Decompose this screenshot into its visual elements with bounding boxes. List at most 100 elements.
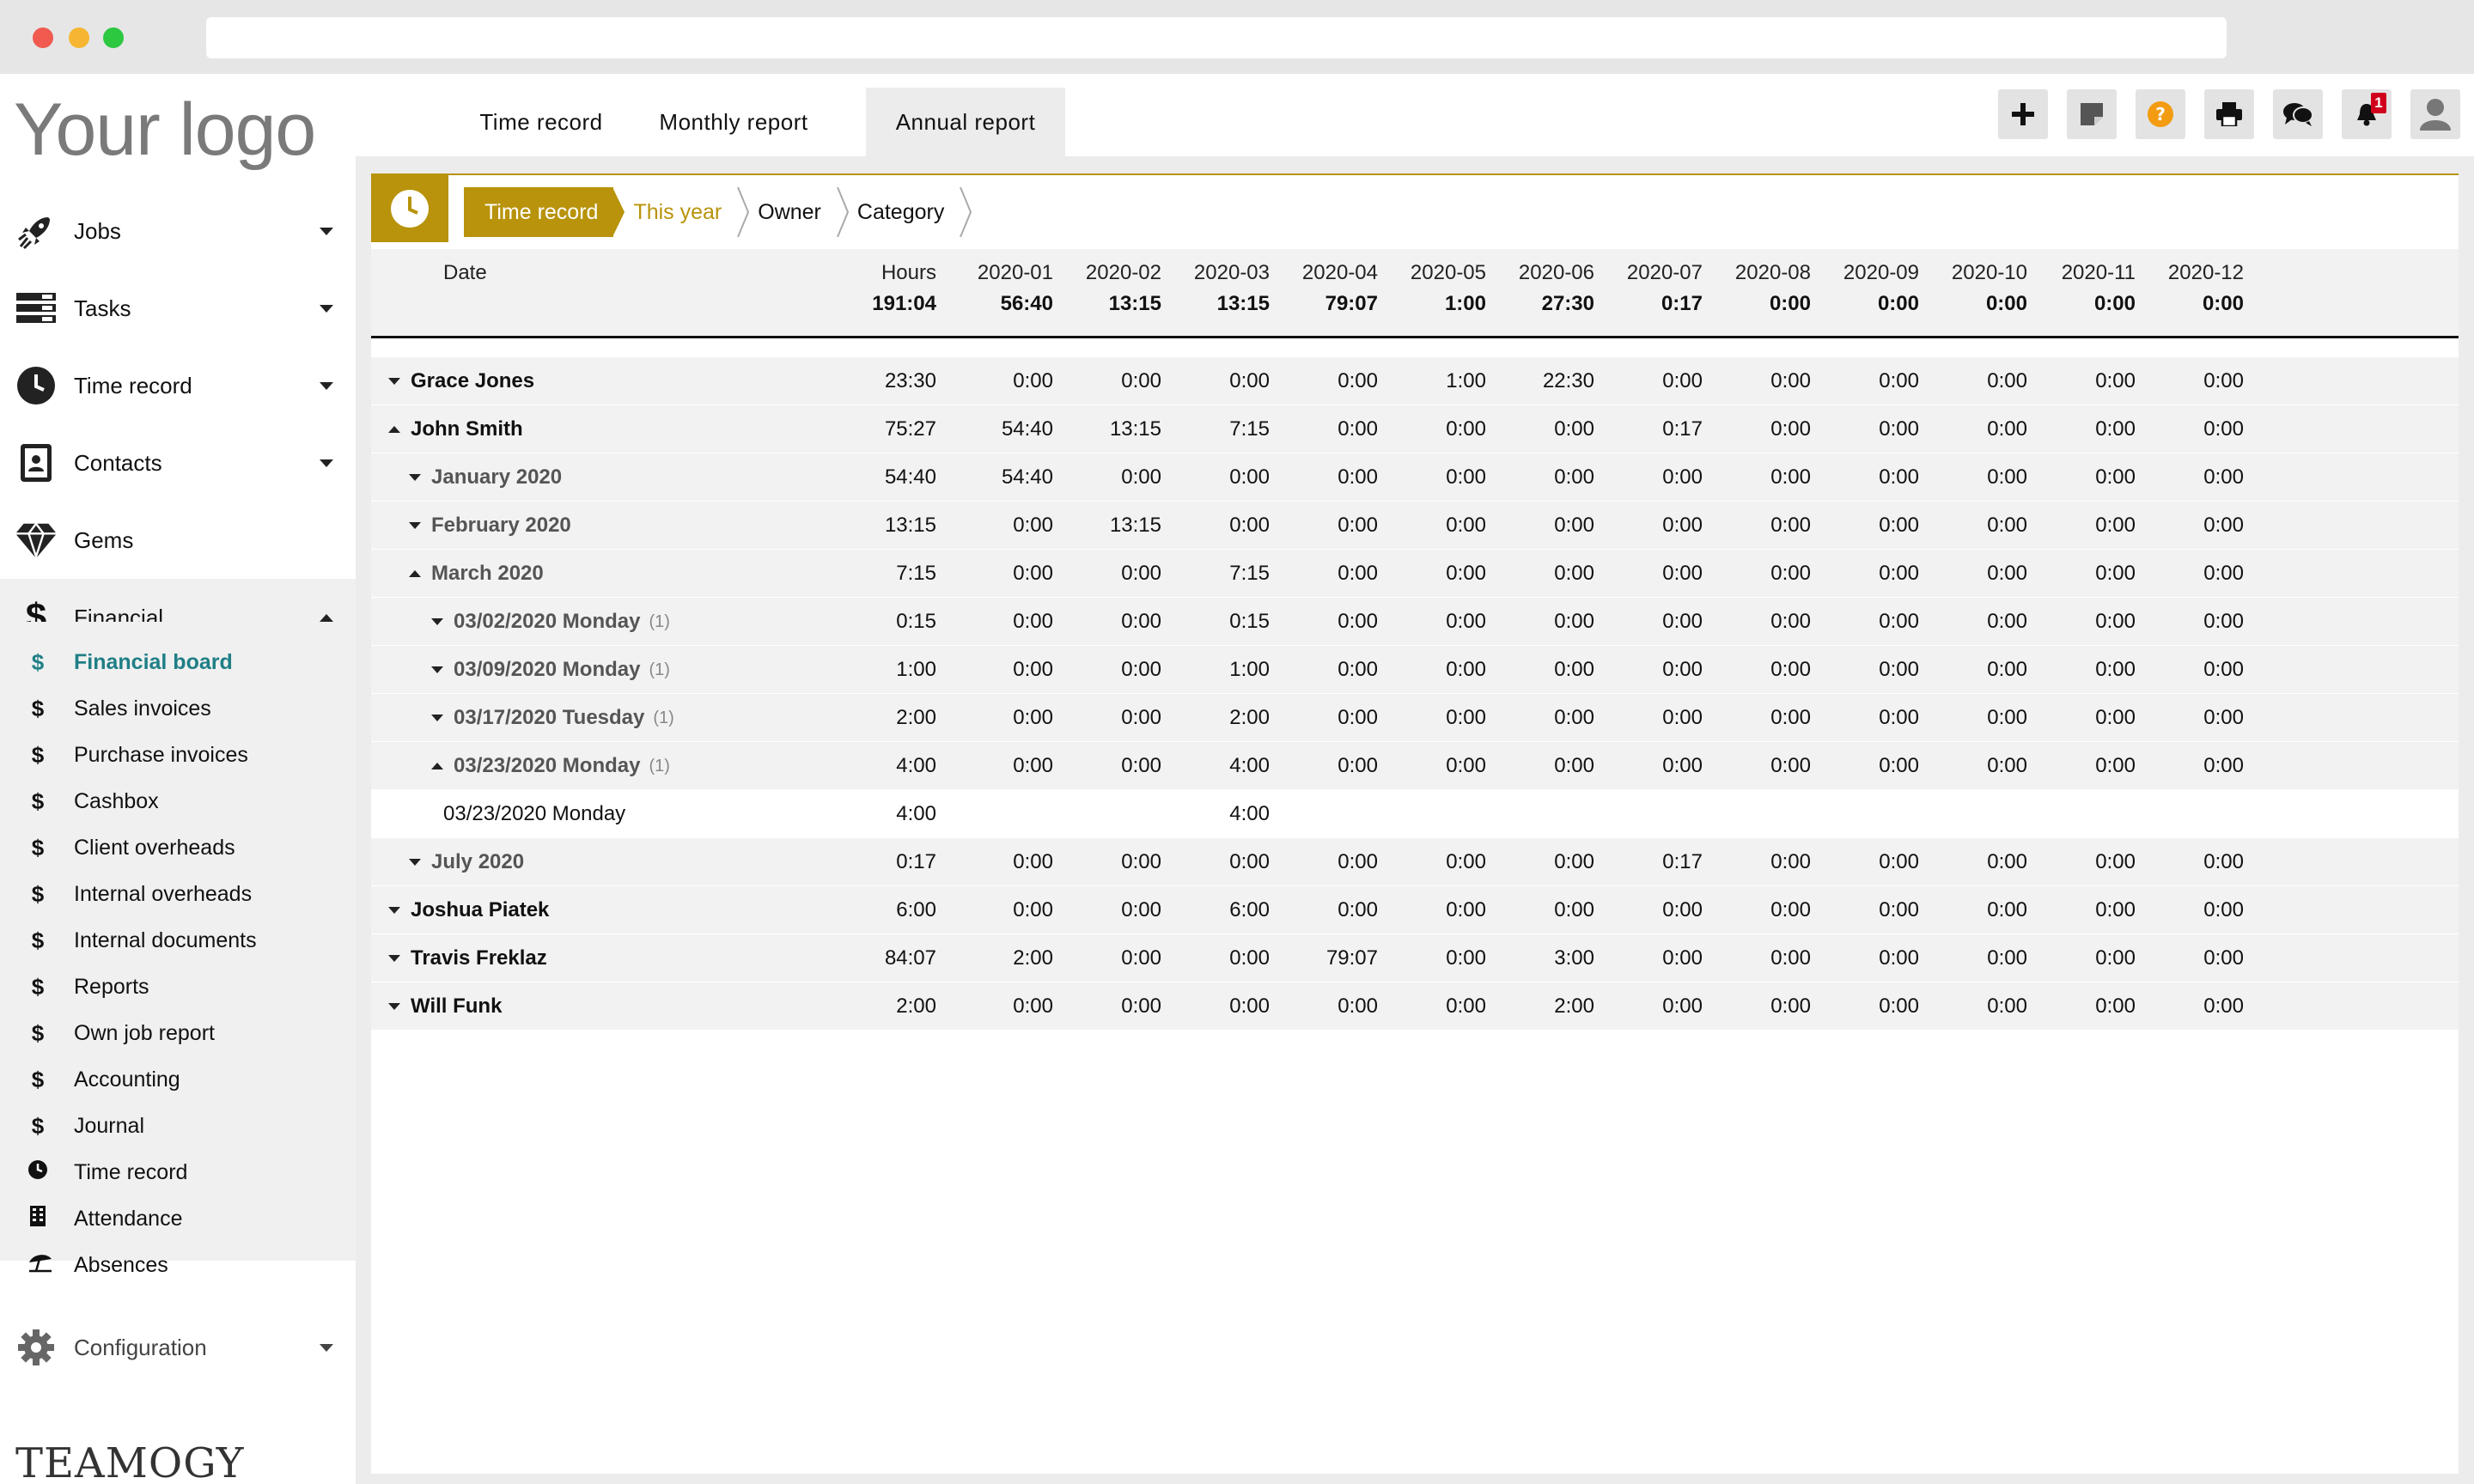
sidebar-item-purchase-invoices[interactable]: $ Purchase invoices bbox=[0, 732, 356, 778]
expand-arrow-icon[interactable] bbox=[388, 378, 400, 385]
sidebar-item-time-record[interactable]: Time record bbox=[0, 347, 356, 424]
sidebar-item-gems[interactable]: Gems bbox=[0, 502, 356, 579]
sidebar-item-attendance[interactable]: Attendance bbox=[0, 1195, 356, 1242]
table-row[interactable]: 03/17/2020 Tuesday (1) 2:00 0:00 0:00 2:00 0:0… bbox=[371, 694, 2459, 742]
print-button[interactable] bbox=[2204, 89, 2254, 139]
row-label: Travis Freklaz bbox=[388, 934, 547, 982]
sidebar-item-cashbox[interactable]: $ Cashbox bbox=[0, 778, 356, 824]
column-header[interactable]: 2020-09 0:00 bbox=[1816, 261, 1919, 316]
column-header[interactable]: 2020-01 56:40 bbox=[950, 261, 1053, 316]
breadcrumb-time-record[interactable]: Time record bbox=[464, 187, 614, 237]
breadcrumb-separator bbox=[737, 187, 750, 237]
table-row[interactable]: Joshua Piatek 6:00 0:00 0:00 6:00 0:00 0:00 0:0… bbox=[371, 886, 2459, 934]
minimize-window-button[interactable] bbox=[69, 27, 89, 48]
sidebar-item-contacts[interactable]: Contacts bbox=[0, 424, 356, 502]
table-row[interactable]: Travis Freklaz 84:07 2:00 0:00 0:00 79:07 0:00… bbox=[371, 934, 2459, 982]
row-label: Joshua Piatek bbox=[388, 886, 549, 934]
expand-arrow-icon[interactable] bbox=[431, 618, 443, 625]
user-icon bbox=[2420, 99, 2451, 131]
expand-arrow-icon[interactable] bbox=[431, 666, 443, 673]
table-cell: 0:00 bbox=[1121, 754, 1161, 777]
record-count: (1) bbox=[649, 660, 670, 679]
table-cell: 0:00 bbox=[1338, 417, 1378, 441]
sidebar-item-label: Tasks bbox=[74, 295, 131, 321]
sidebar-item-absences[interactable]: Absences bbox=[0, 1242, 356, 1288]
notes-button[interactable] bbox=[2067, 89, 2117, 139]
column-header[interactable]: 2020-12 0:00 bbox=[2141, 261, 2244, 316]
table-row[interactable]: July 2020 0:17 0:00 0:00 0:00 0:00 0:00 0:00 0:1… bbox=[371, 838, 2459, 886]
table-cell: 0:00 bbox=[1121, 706, 1161, 729]
sidebar-item-sales-invoices[interactable]: $ Sales invoices bbox=[0, 685, 356, 732]
table-row[interactable]: 03/23/2020 Monday (1) 4:00 0:00 0:00 4:00 0:00… bbox=[371, 742, 2459, 790]
expand-arrow-icon[interactable] bbox=[409, 522, 421, 529]
table-cell: 0:00 bbox=[2095, 658, 2136, 681]
table-row[interactable]: 03/23/2020 Monday 4:00 4:00 bbox=[371, 790, 2459, 838]
sidebar-item-accounting[interactable]: $ Accounting bbox=[0, 1056, 356, 1103]
column-header[interactable]: 2020-06 27:30 bbox=[1491, 261, 1594, 316]
sidebar-item-client-overheads[interactable]: $ Client overheads bbox=[0, 824, 356, 871]
add-button[interactable] bbox=[1998, 89, 2048, 139]
column-header[interactable]: 2020-05 1:00 bbox=[1383, 261, 1486, 316]
help-button[interactable]: ? bbox=[2136, 89, 2185, 139]
expand-arrow-icon[interactable] bbox=[409, 859, 421, 866]
table-row[interactable]: Grace Jones 23:30 0:00 0:00 0:00 0:00 1:00 22:3… bbox=[371, 357, 2459, 405]
sidebar-item-tasks[interactable]: Tasks bbox=[0, 270, 356, 347]
table-cell: 0:00 bbox=[1013, 706, 1053, 729]
table-row[interactable]: Will Funk 2:00 0:00 0:00 0:00 0:00 0:00 2:00 0:0… bbox=[371, 982, 2459, 1031]
collapse-arrow-icon[interactable] bbox=[388, 426, 400, 433]
table-cell: 0:00 bbox=[1121, 850, 1161, 873]
column-header[interactable]: 2020-08 0:00 bbox=[1708, 261, 1811, 316]
sidebar-item-own-job-report[interactable]: $ Own job report bbox=[0, 1010, 356, 1056]
notifications-button[interactable]: 1 bbox=[2342, 89, 2392, 139]
breadcrumb-owner[interactable]: Owner bbox=[749, 187, 837, 237]
sidebar-item-journal[interactable]: $ Journal bbox=[0, 1103, 356, 1149]
maximize-window-button[interactable] bbox=[103, 27, 124, 48]
table-cell: 2:00 bbox=[896, 706, 936, 729]
column-header-date[interactable]: Date bbox=[443, 261, 487, 285]
close-window-button[interactable] bbox=[33, 27, 53, 48]
table-cell: 0:00 bbox=[1554, 562, 1594, 585]
table-row[interactable]: John Smith 75:27 54:40 13:15 7:15 0:00 0:00 0:0… bbox=[371, 405, 2459, 453]
sidebar-item-time-record-sub[interactable]: Time record bbox=[0, 1149, 356, 1195]
collapse-arrow-icon[interactable] bbox=[431, 763, 443, 769]
table-cell: 0:00 bbox=[1229, 850, 1270, 873]
expand-arrow-icon[interactable] bbox=[388, 955, 400, 962]
address-bar[interactable] bbox=[206, 17, 2227, 58]
expand-arrow-icon[interactable] bbox=[409, 474, 421, 481]
sidebar-item-internal-overheads[interactable]: $ Internal overheads bbox=[0, 871, 356, 917]
record-count: (1) bbox=[649, 611, 670, 631]
sidebar-item-financial-board[interactable]: $ Financial board bbox=[0, 639, 356, 685]
breadcrumb-this-year[interactable]: This year bbox=[625, 187, 737, 237]
expand-arrow-icon[interactable] bbox=[388, 1003, 400, 1010]
column-header[interactable]: 2020-03 13:15 bbox=[1167, 261, 1270, 316]
table-cell: 54:40 bbox=[1001, 417, 1053, 441]
table-row[interactable]: 03/02/2020 Monday (1) 0:15 0:00 0:00 0:15 0:00… bbox=[371, 598, 2459, 646]
table-row[interactable]: February 2020 13:15 0:00 13:15 0:00 0:00 0:00 0… bbox=[371, 502, 2459, 550]
sidebar-item-internal-documents[interactable]: $ Internal documents bbox=[0, 917, 356, 964]
expand-arrow-icon[interactable] bbox=[388, 907, 400, 914]
user-avatar-button[interactable] bbox=[2410, 89, 2460, 139]
column-header[interactable]: Hours 191:04 bbox=[833, 261, 936, 316]
tab-time-record[interactable]: Time record bbox=[464, 88, 618, 156]
column-header[interactable]: 2020-02 13:15 bbox=[1058, 261, 1161, 316]
chat-button[interactable] bbox=[2273, 89, 2323, 139]
breadcrumb-category[interactable]: Category bbox=[849, 187, 960, 237]
column-header[interactable]: 2020-07 0:17 bbox=[1600, 261, 1703, 316]
tab-monthly-report[interactable]: Monthly report bbox=[639, 88, 828, 156]
table-row[interactable]: January 2020 54:40 54:40 0:00 0:00 0:00 0:00 0:… bbox=[371, 453, 2459, 502]
column-header[interactable]: 2020-11 0:00 bbox=[2032, 261, 2136, 316]
chevron-down-icon bbox=[320, 227, 333, 235]
sidebar-item-reports[interactable]: $ Reports bbox=[0, 964, 356, 1010]
tab-annual-report[interactable]: Annual report bbox=[866, 88, 1065, 156]
column-header[interactable]: 2020-10 0:00 bbox=[1924, 261, 2027, 316]
table-row[interactable]: March 2020 7:15 0:00 0:00 7:15 0:00 0:00 0:00 0:… bbox=[371, 550, 2459, 598]
collapse-arrow-icon[interactable] bbox=[409, 570, 421, 577]
sidebar-item-configuration[interactable]: Configuration bbox=[0, 1309, 356, 1386]
table-cell bbox=[1708, 790, 1811, 838]
expand-arrow-icon[interactable] bbox=[431, 715, 443, 721]
table-cell: 0:00 bbox=[1770, 946, 1811, 970]
table-cell: 0:00 bbox=[1013, 994, 1053, 1018]
column-header[interactable]: 2020-04 79:07 bbox=[1275, 261, 1378, 316]
sidebar-item-jobs[interactable]: Jobs bbox=[0, 192, 356, 270]
table-row[interactable]: 03/09/2020 Monday (1) 1:00 0:00 0:00 1:00 0:00… bbox=[371, 646, 2459, 694]
